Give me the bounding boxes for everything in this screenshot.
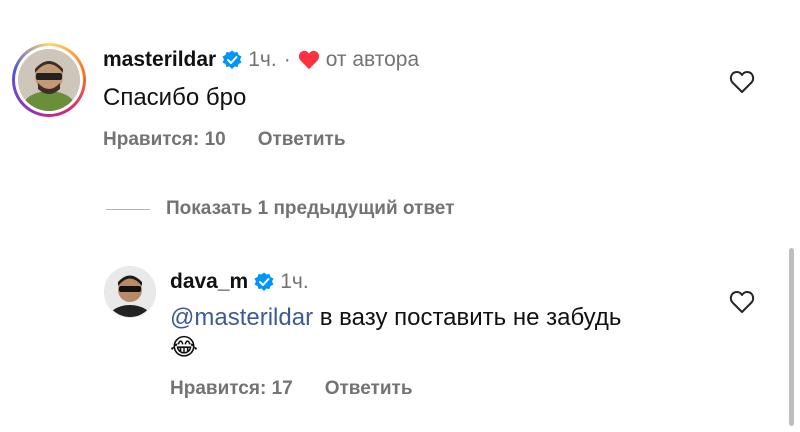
verified-badge-icon bbox=[222, 50, 242, 69]
username[interactable]: masterildar bbox=[103, 48, 216, 72]
like-heart-outline-icon[interactable] bbox=[729, 290, 755, 314]
likes-count[interactable]: Нравится: 17 bbox=[170, 378, 293, 400]
comment-text: Спасибо бро bbox=[103, 84, 247, 111]
username[interactable]: dava_m bbox=[170, 270, 248, 294]
verified-badge-icon bbox=[254, 272, 274, 291]
likes-count[interactable]: Нравится: 10 bbox=[103, 129, 226, 151]
divider-line bbox=[106, 208, 150, 210]
mention-link[interactable]: @masterildar bbox=[170, 304, 313, 331]
comment-text: @masterildar в вазу поставить не забудь bbox=[170, 304, 621, 332]
reply-button[interactable]: Ответить bbox=[258, 129, 346, 151]
liked-by-author-label: от автора bbox=[325, 48, 420, 71]
scrollbar[interactable] bbox=[789, 248, 794, 426]
show-previous-replies-label: Показать 1 предыдущий ответ bbox=[166, 198, 455, 219]
comment-header: masterildar 1ч. · от автора bbox=[103, 48, 419, 72]
avatar-masterildar[interactable] bbox=[12, 43, 86, 117]
avatar-dava-m[interactable] bbox=[104, 266, 156, 318]
avatar-image bbox=[18, 49, 80, 111]
comment-actions: Нравится: 17 Ответить bbox=[170, 378, 445, 400]
comment-time: 1ч. bbox=[280, 270, 309, 293]
comment-time: 1ч. bbox=[248, 48, 277, 71]
separator-dot: · bbox=[283, 48, 291, 71]
heart-icon bbox=[298, 50, 319, 70]
comment-body: в вазу поставить не забудь bbox=[313, 304, 622, 331]
avatar-image bbox=[105, 267, 155, 317]
like-heart-outline-icon[interactable] bbox=[729, 70, 755, 94]
comment-actions: Нравится: 10 Ответить bbox=[103, 129, 378, 151]
show-previous-replies-button[interactable]: Показать 1 предыдущий ответ bbox=[106, 198, 454, 220]
reply-button[interactable]: Ответить bbox=[325, 378, 413, 400]
laughing-emoji: 😂 bbox=[170, 334, 199, 361]
comment-header: dava_m 1ч. bbox=[170, 270, 309, 294]
